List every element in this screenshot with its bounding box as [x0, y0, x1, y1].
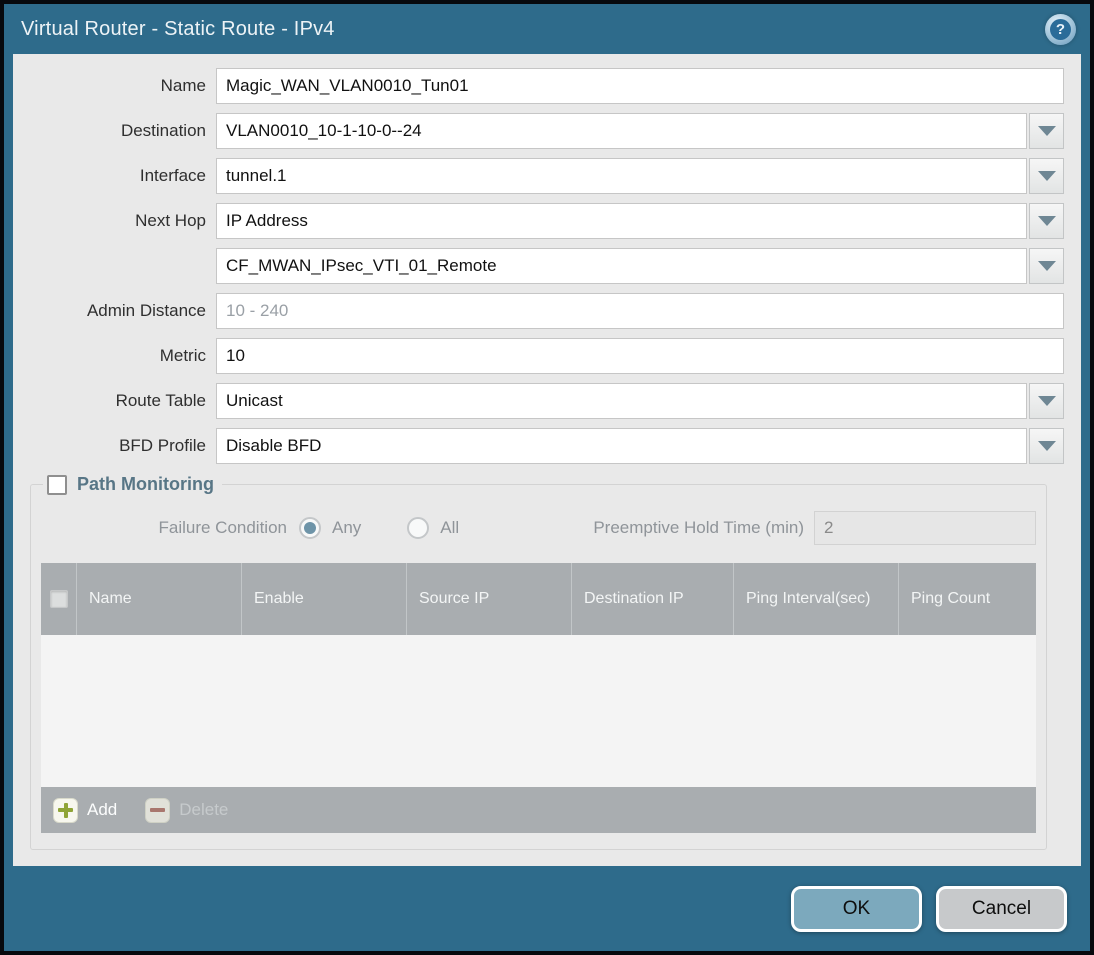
admin-distance-label: Admin Distance	[86, 301, 206, 320]
dialog-body: Name Destination Interface	[13, 54, 1081, 866]
form-row-route-table: Route Table	[13, 383, 1064, 419]
path-monitoring-section: Path Monitoring Failure Condition Any Al…	[30, 474, 1047, 850]
next-hop-dropdown-button[interactable]	[1029, 203, 1064, 239]
form-row-interface: Interface	[13, 158, 1064, 194]
bfd-profile-input[interactable]	[216, 428, 1027, 464]
name-label: Name	[160, 76, 206, 95]
chevron-down-icon	[1037, 216, 1056, 226]
cancel-button[interactable]: Cancel	[936, 885, 1067, 932]
form-row-name: Name	[13, 68, 1064, 104]
ok-button[interactable]: OK	[791, 885, 922, 932]
interface-input[interactable]	[216, 158, 1027, 194]
failure-condition-any-radio[interactable]	[299, 517, 321, 539]
next-hop-address-dropdown-button[interactable]	[1029, 248, 1064, 284]
table-body-empty	[41, 635, 1036, 787]
path-monitoring-title: Path Monitoring	[77, 474, 214, 494]
failure-condition-any-label: Any	[332, 518, 362, 537]
destination-dropdown-button[interactable]	[1029, 113, 1064, 149]
static-route-dialog: Virtual Router - Static Route - IPv4 ? N…	[0, 0, 1094, 955]
column-header-enable: Enable	[241, 563, 406, 635]
form-row-next-hop-address	[13, 248, 1064, 284]
dialog-footer: OK Cancel	[4, 866, 1090, 951]
form-row-admin-distance: Admin Distance	[13, 293, 1064, 329]
chevron-down-icon	[1037, 441, 1056, 451]
interface-dropdown-button[interactable]	[1029, 158, 1064, 194]
column-header-ping-count: Ping Count	[898, 563, 1036, 635]
path-monitoring-table: Name Enable Source IP Destination IP Pin…	[41, 563, 1036, 833]
form-row-bfd-profile: BFD Profile	[13, 428, 1064, 464]
bfd-profile-label: BFD Profile	[119, 436, 206, 455]
destination-label: Destination	[120, 121, 206, 140]
form-row-metric: Metric	[13, 338, 1064, 374]
chevron-down-icon	[1037, 261, 1056, 271]
bfd-profile-dropdown-button[interactable]	[1029, 428, 1064, 464]
name-input[interactable]	[216, 68, 1064, 104]
next-hop-address-input[interactable]	[216, 248, 1027, 284]
add-button-label: Add	[87, 800, 118, 819]
minus-icon	[145, 797, 171, 823]
preemptive-hold-time-label: Preemptive Hold Time (min)	[593, 518, 804, 537]
route-table-dropdown-button[interactable]	[1029, 383, 1064, 419]
metric-label: Metric	[159, 346, 206, 365]
table-toolbar: Add Delete	[41, 787, 1036, 833]
form-row-next-hop: Next Hop	[13, 203, 1064, 239]
next-hop-type-input[interactable]	[216, 203, 1027, 239]
path-monitoring-checkbox[interactable]	[47, 474, 67, 495]
delete-button-label: Delete	[179, 800, 229, 819]
metric-input[interactable]	[216, 338, 1064, 374]
column-header-ping-interval: Ping Interval(sec)	[733, 563, 898, 635]
question-mark-glyph: ?	[1050, 18, 1071, 40]
interface-label: Interface	[139, 166, 206, 185]
delete-button: Delete	[145, 797, 229, 823]
route-table-input[interactable]	[216, 383, 1027, 419]
select-all-checkbox	[49, 590, 68, 608]
chevron-down-icon	[1037, 396, 1056, 406]
preemptive-hold-time-input	[814, 511, 1036, 545]
table-header-row: Name Enable Source IP Destination IP Pin…	[41, 563, 1036, 635]
form-row-destination: Destination	[13, 113, 1064, 149]
chevron-down-icon	[1037, 171, 1056, 181]
column-header-source-ip: Source IP	[406, 563, 571, 635]
route-table-label: Route Table	[115, 391, 206, 410]
help-icon[interactable]: ?	[1045, 13, 1076, 45]
dialog-title: Virtual Router - Static Route - IPv4	[21, 17, 335, 40]
chevron-down-icon	[1037, 126, 1056, 136]
select-all-header-cell	[41, 563, 76, 635]
plus-icon	[53, 797, 78, 823]
destination-input[interactable]	[216, 113, 1027, 149]
failure-condition-row: Failure Condition Any All Preemptive Hol…	[41, 511, 1036, 545]
column-header-name: Name	[76, 563, 241, 635]
failure-condition-all-radio[interactable]	[407, 517, 430, 539]
add-button[interactable]: Add	[53, 797, 118, 823]
column-header-destination-ip: Destination IP	[571, 563, 733, 635]
failure-condition-label: Failure Condition	[158, 518, 287, 537]
dialog-titlebar: Virtual Router - Static Route - IPv4 ?	[4, 4, 1090, 54]
next-hop-label: Next Hop	[135, 211, 206, 230]
failure-condition-all-label: All	[440, 518, 460, 537]
path-monitoring-legend: Path Monitoring	[43, 474, 222, 495]
admin-distance-input[interactable]	[216, 293, 1064, 329]
